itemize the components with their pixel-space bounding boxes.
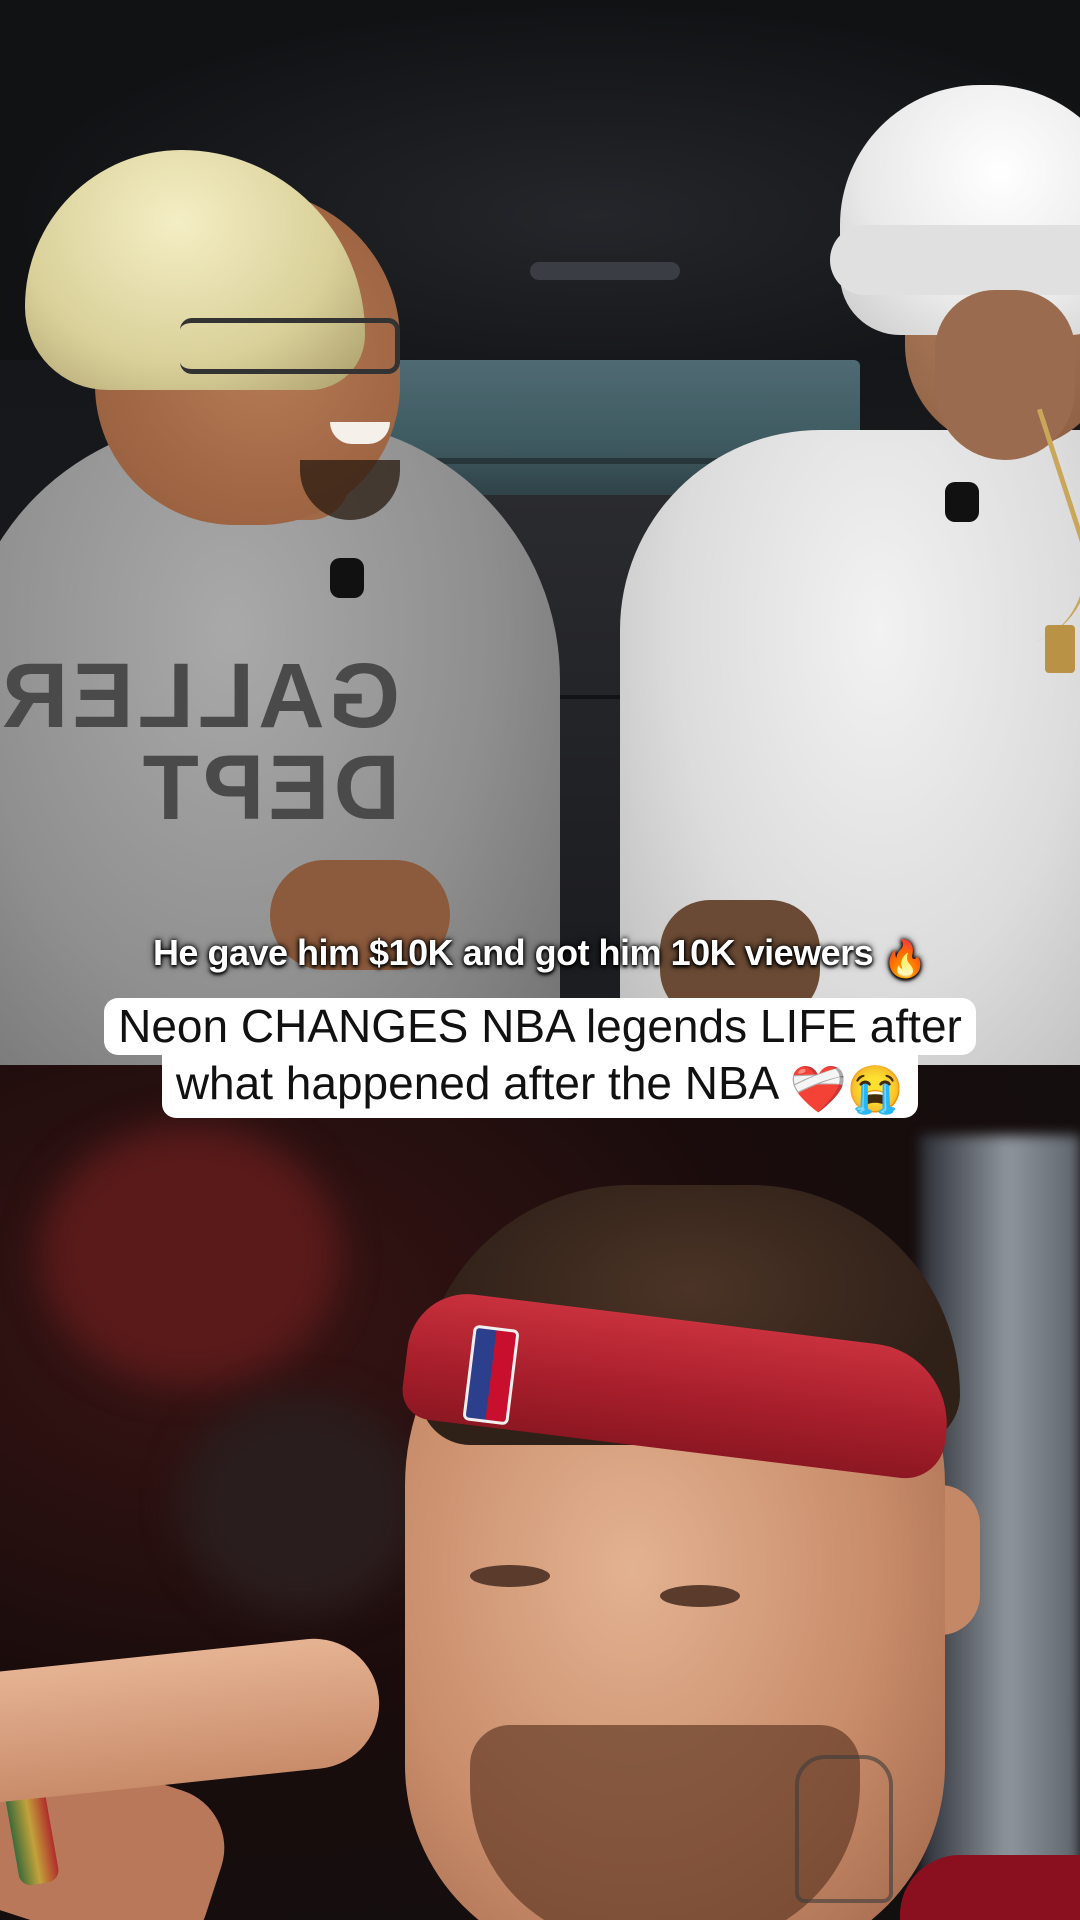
- caption-line-2-text: what happened after the NBA: [175, 1057, 777, 1109]
- player-eye: [470, 1565, 550, 1587]
- caption-line-1: Neon CHANGES NBA legends LIFE after: [104, 998, 976, 1055]
- title-caption: Neon CHANGES NBA legends LIFE after what…: [0, 998, 1080, 1118]
- dome-light: [530, 262, 680, 280]
- lapel-mic-icon: [945, 482, 979, 522]
- heart-cry-icon: ❤️‍🩹😭: [789, 1063, 905, 1115]
- nba-player-photo: [0, 1065, 1080, 1920]
- hoodie-print: GALLERYDEPT: [0, 645, 400, 839]
- player-jersey: [900, 1855, 1080, 1920]
- lapel-mic-icon: [330, 558, 364, 598]
- caption-line-2: what happened after the NBA ❤️‍🩹😭: [161, 1055, 919, 1118]
- fire-icon: 🔥: [882, 938, 928, 979]
- glasses: [180, 318, 400, 374]
- pointing-finger: [0, 1632, 386, 1808]
- crowd-blur: [180, 1395, 420, 1615]
- car-interview-photo: GALLERYDEPT: [0, 0, 1080, 1065]
- chain-pendant: [1045, 625, 1075, 673]
- crowd-blur: [40, 1125, 340, 1385]
- neck-tattoo: [795, 1755, 893, 1903]
- video-frame[interactable]: GALLERYDEPT: [0, 0, 1080, 1920]
- subtitle-caption: He gave him $10K and got him 10K viewers…: [0, 932, 1080, 980]
- subtitle-text: He gave him $10K and got him 10K viewers: [152, 932, 874, 973]
- player-eye: [660, 1585, 740, 1607]
